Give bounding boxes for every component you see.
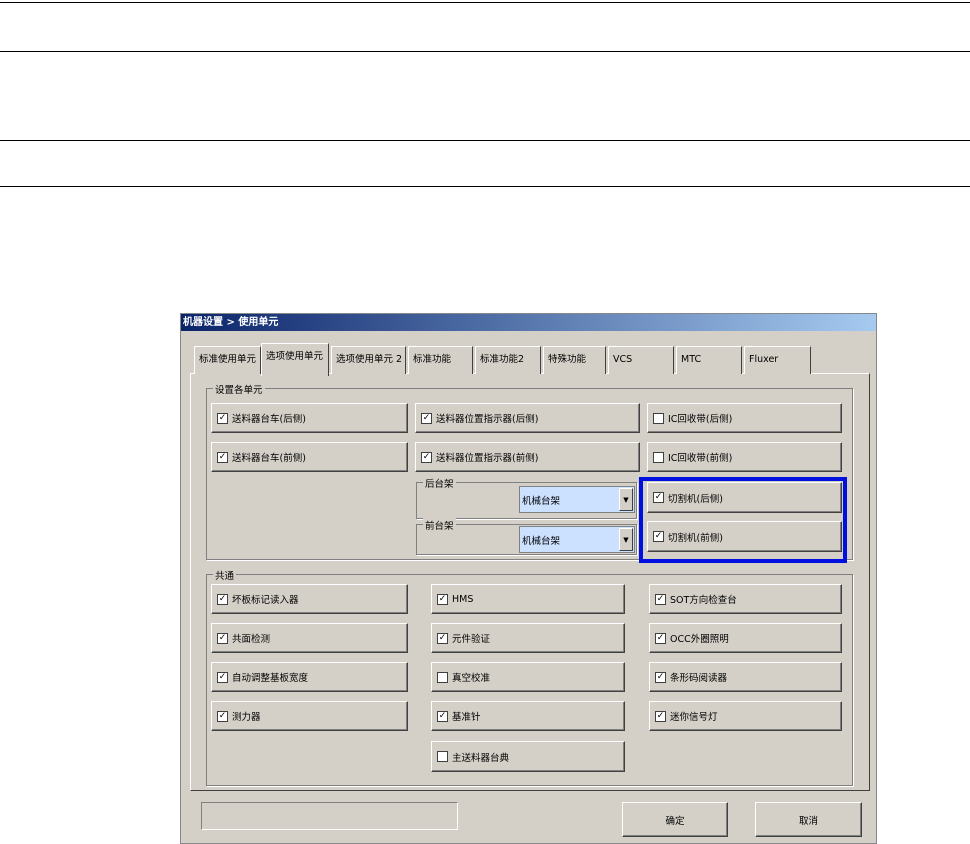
checkbox-checked-icon[interactable]: ✓ bbox=[217, 671, 228, 683]
checkbox-label: 基准针 bbox=[452, 712, 481, 723]
divider bbox=[0, 51, 970, 52]
rear-rack-select[interactable]: 机械台架 ▼ bbox=[519, 486, 635, 513]
front-rack-group: 前台架 机械台架 ▼ bbox=[416, 518, 637, 555]
checkbox-label: 坏板标记读入器 bbox=[232, 595, 299, 606]
checkbox-label: 送料器台车(后侧) bbox=[232, 414, 306, 425]
checkbox-unchecked-icon[interactable] bbox=[437, 671, 448, 683]
checkbox-button[interactable]: ✓ HMS bbox=[431, 584, 625, 614]
chevron-down-icon[interactable]: ▼ bbox=[619, 528, 633, 551]
front-rack-value: 机械台架 bbox=[522, 535, 561, 547]
checkbox-checked-icon[interactable]: ✓ bbox=[217, 593, 228, 605]
checkbox-checked-icon[interactable]: ✓ bbox=[655, 632, 666, 644]
tab-2[interactable]: 选项使用单元 2 bbox=[331, 346, 406, 374]
checkbox-button[interactable]: ✓ 元件验证 bbox=[431, 623, 625, 653]
checkbox-checked-icon[interactable]: ✓ bbox=[655, 671, 666, 683]
checkbox-checked-icon[interactable]: ✓ bbox=[437, 593, 448, 605]
checkbox-label: IC回收带(前侧) bbox=[668, 453, 733, 464]
checkbox-label: 主送料器台典 bbox=[452, 752, 510, 764]
divider bbox=[0, 140, 970, 141]
checkbox-unchecked-icon[interactable] bbox=[653, 412, 664, 424]
rear-rack-group: 后台架 机械台架 ▼ bbox=[416, 476, 637, 519]
checkbox-checked-icon[interactable]: ✓ bbox=[437, 632, 448, 644]
checkbox-button[interactable]: ✓ 基准针 bbox=[431, 701, 625, 731]
checkbox-checked-icon[interactable]: ✓ bbox=[437, 710, 448, 722]
checkbox-button[interactable]: ✓ 送料器台车(前侧) bbox=[211, 442, 408, 472]
group-common-label: 共通 bbox=[213, 568, 237, 582]
checkbox-button[interactable]: IC回收带(后侧) bbox=[647, 403, 842, 433]
checkbox-checked-icon[interactable]: ✓ bbox=[217, 632, 228, 644]
checkbox-label: 测力器 bbox=[232, 712, 261, 723]
rear-rack-label: 后台架 bbox=[423, 476, 456, 490]
checkbox-checked-icon[interactable]: ✓ bbox=[217, 710, 228, 722]
tab-3[interactable]: 标准功能 bbox=[408, 346, 473, 374]
checkbox-button[interactable]: ✓ 坏板标记读入器 bbox=[211, 584, 408, 614]
checkbox-button[interactable]: 主送料器台典 bbox=[431, 741, 625, 772]
checkbox-label: 自动调整基板宽度 bbox=[232, 673, 309, 684]
checkbox-checked-icon[interactable]: ✓ bbox=[655, 710, 666, 722]
checkbox-label: 迷你信号灯 bbox=[670, 712, 718, 723]
tab-0[interactable]: 标准使用单元 bbox=[194, 346, 261, 374]
checkbox-unchecked-icon[interactable] bbox=[653, 451, 664, 463]
checkbox-button[interactable]: ✓ 测力器 bbox=[211, 701, 408, 731]
checkbox-button[interactable]: ✓ 送料器位置指示器(后侧) bbox=[415, 403, 640, 433]
checkbox-button[interactable]: 真空校准 bbox=[431, 662, 625, 692]
cancel-button[interactable]: 取消 bbox=[755, 802, 862, 837]
checkbox-label: 送料器位置指示器(前侧) bbox=[436, 453, 539, 464]
checkbox-label: 送料器台车(前侧) bbox=[232, 453, 306, 464]
checkbox-label: OCC外圈照明 bbox=[670, 634, 729, 645]
tab-8[interactable]: Fluxer bbox=[744, 346, 811, 374]
rear-rack-value: 机械台架 bbox=[522, 495, 561, 507]
ok-button[interactable]: 确定 bbox=[622, 802, 728, 837]
group-units-label: 设置各单元 bbox=[213, 382, 265, 396]
checkbox-button[interactable]: ✓ SOT方向检查台 bbox=[649, 584, 842, 614]
divider bbox=[0, 186, 970, 187]
tab-7[interactable]: MTC bbox=[676, 346, 742, 374]
checkbox-label: 真空校准 bbox=[452, 673, 491, 684]
checkbox-label: 共面检测 bbox=[232, 634, 271, 645]
checkbox-checked-icon[interactable]: ✓ bbox=[655, 593, 666, 605]
machine-settings-dialog: 机器设置 > 使用单元 设置各单元 后台架 机械台架 ▼ 前台架 机械台架 ▼ … bbox=[180, 313, 877, 844]
checkbox-label: 元件验证 bbox=[452, 634, 491, 645]
front-rack-label: 前台架 bbox=[423, 518, 456, 532]
checkbox-label: 送料器位置指示器(后侧) bbox=[436, 414, 539, 425]
tab-1[interactable]: 选项使用单元 bbox=[261, 343, 329, 376]
checkbox-label: HMS bbox=[452, 593, 474, 605]
checkbox-checked-icon[interactable]: ✓ bbox=[421, 451, 432, 463]
checkbox-button[interactable]: ✓ 共面检测 bbox=[211, 623, 408, 653]
checkbox-button[interactable]: ✓ 自动调整基板宽度 bbox=[211, 662, 408, 692]
checkbox-button[interactable]: ✓ 条形码阅读器 bbox=[649, 662, 842, 692]
checkbox-button[interactable]: ✓ OCC外圈照明 bbox=[649, 623, 842, 653]
checkbox-button[interactable]: IC回收带(前侧) bbox=[647, 442, 842, 472]
status-field bbox=[201, 802, 458, 830]
tab-5[interactable]: 特殊功能 bbox=[543, 346, 606, 374]
dialog-title: 机器设置 > 使用单元 bbox=[181, 314, 876, 331]
checkbox-label: IC回收带(后侧) bbox=[668, 414, 733, 425]
tab-4[interactable]: 标准功能2 bbox=[475, 346, 541, 374]
checkbox-checked-icon[interactable]: ✓ bbox=[217, 451, 228, 463]
checkbox-label: SOT方向检查台 bbox=[670, 595, 737, 606]
tab-6[interactable]: VCS bbox=[608, 346, 674, 374]
checkbox-unchecked-icon[interactable] bbox=[437, 751, 448, 762]
front-rack-select[interactable]: 机械台架 ▼ bbox=[519, 526, 635, 553]
chevron-down-icon[interactable]: ▼ bbox=[619, 488, 633, 511]
highlight-box bbox=[639, 477, 847, 563]
checkbox-button[interactable]: ✓ 送料器位置指示器(前侧) bbox=[415, 442, 640, 472]
checkbox-button[interactable]: ✓ 送料器台车(后侧) bbox=[211, 403, 408, 433]
divider bbox=[0, 2, 970, 3]
checkbox-button[interactable]: ✓ 迷你信号灯 bbox=[649, 701, 842, 731]
checkbox-checked-icon[interactable]: ✓ bbox=[421, 412, 432, 424]
checkbox-checked-icon[interactable]: ✓ bbox=[217, 412, 228, 424]
checkbox-label: 条形码阅读器 bbox=[670, 673, 728, 684]
